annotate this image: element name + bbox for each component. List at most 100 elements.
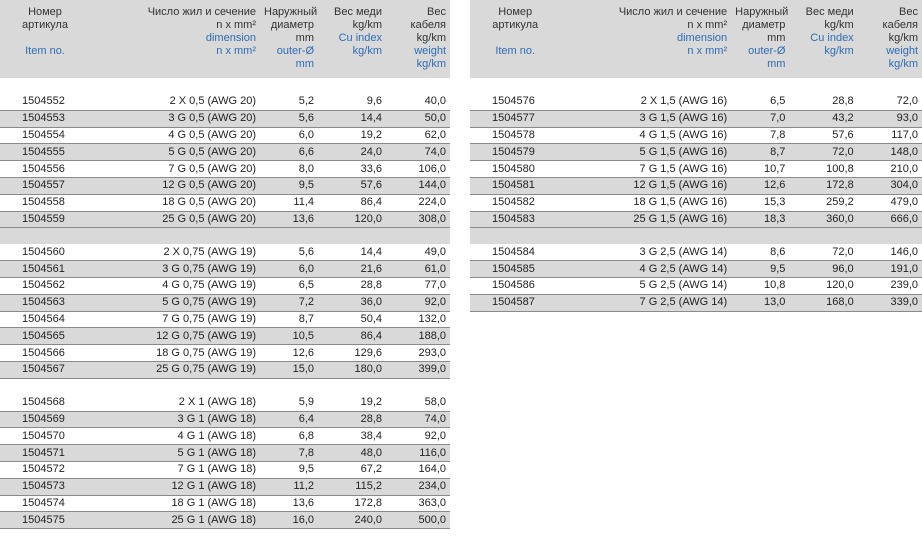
table-row: 1504584 3 G 2,5 (AWG 14) 8,6 72,0 146,0 — [470, 244, 922, 262]
table-row: 1504557 12 G 0,5 (AWG 20) 9,5 57,6 144,0 — [0, 177, 450, 195]
dimension-cell: 4 G 2,5 (AWG 14) — [560, 260, 732, 278]
dimension-cell: 18 G 1 (AWG 18) — [90, 495, 260, 513]
header-label-ru: Вес меди — [805, 6, 854, 18]
cu-index-cell: 129,6 — [318, 344, 386, 362]
item-no-cell: 1504580 — [470, 160, 561, 178]
weight-cell: 92,0 — [386, 294, 450, 312]
table-row: 1504579 5 G 1,5 (AWG 16) 8,7 72,0 148,0 — [470, 143, 922, 162]
weight-cell: 146,0 — [857, 244, 922, 262]
item-no-cell: 1504569 — [0, 411, 90, 429]
weight-cell: 74,0 — [386, 143, 450, 162]
table-row: 1504556 7 G 0,5 (AWG 20) 8,0 33,6 106,0 — [0, 160, 450, 178]
cu-index-cell: 86,4 — [318, 327, 386, 346]
dimension-cell: 5 G 0,5 (AWG 20) — [90, 143, 260, 162]
weight-cell: 144,0 — [386, 177, 450, 195]
outer-diameter-cell: 6,5 — [260, 277, 318, 295]
header-label-en: Item no. — [25, 45, 65, 57]
cu-index-cell: 33,6 — [318, 160, 386, 178]
outer-diameter-cell: 13,6 — [260, 211, 318, 229]
dimension-cell: 5 G 1 (AWG 18) — [90, 444, 260, 462]
cu-index-cell: 115,2 — [318, 478, 386, 496]
item-no-cell: 1504570 — [0, 427, 90, 446]
group-separator — [0, 378, 450, 395]
table-row: 1504554 4 G 0,5 (AWG 20) 6,0 19,2 62,0 — [0, 127, 450, 145]
cu-index-cell: 100,8 — [789, 160, 858, 178]
outer-diameter-cell: 6,0 — [260, 127, 318, 145]
header-spacer — [4, 32, 86, 45]
weight-cell: 308,0 — [386, 211, 450, 229]
table-row: 1504578 4 G 1,5 (AWG 16) 7,8 57,6 117,0 — [470, 127, 922, 145]
weight-cell: 148,0 — [857, 143, 922, 162]
header-weight: Вес кабеля kg/km weight kg/km — [386, 0, 450, 78]
outer-diameter-cell: 16,0 — [260, 511, 318, 530]
cable-spec-table: Номер артикула Item no. Число жил и сечени… — [470, 0, 922, 312]
header-label-ru: Число жил и сечение — [618, 6, 728, 18]
cu-index-cell: 259,2 — [789, 194, 858, 212]
item-no-cell: 1504575 — [0, 511, 90, 530]
header-label-ru: диаметр — [270, 19, 314, 31]
weight-cell: 58,0 — [386, 394, 450, 412]
weight-cell: 117,0 — [857, 127, 922, 145]
cu-index-cell: 86,4 — [318, 194, 386, 212]
header-label-en: kg/km — [352, 45, 382, 57]
weight-cell: 293,0 — [386, 344, 450, 362]
weight-cell: 74,0 — [386, 411, 450, 429]
outer-diameter-cell: 10,8 — [731, 277, 790, 295]
header-dimension: Число жил и сечение n x mm² dimension n x m… — [560, 0, 732, 78]
header-label-ru: mm — [767, 32, 786, 44]
cu-index-cell: 28,8 — [318, 277, 386, 295]
dimension-cell: 3 G 2,5 (AWG 14) — [560, 244, 732, 262]
cable-spec-table: Номер артикула Item no. Число жил и сечени… — [0, 0, 450, 530]
cu-index-cell: 72,0 — [789, 143, 858, 162]
outer-diameter-cell: 12,6 — [731, 177, 790, 195]
table-row: 1504582 18 G 1,5 (AWG 16) 15,3 259,2 479,0 — [470, 194, 922, 212]
item-no-cell: 1504567 — [0, 361, 90, 379]
table-row: 1504587 7 G 2,5 (AWG 14) 13,0 168,0 339,0 — [470, 294, 922, 312]
table-row: 1504560 2 X 0,75 (AWG 19) 5,6 14,4 49,0 — [0, 244, 450, 262]
outer-diameter-cell: 7,8 — [260, 444, 318, 462]
header-spacer — [474, 32, 556, 45]
cu-index-cell: 168,0 — [789, 294, 858, 312]
table-row: 1504562 4 G 0,75 (AWG 19) 6,5 28,8 77,0 — [0, 277, 450, 295]
weight-cell: 239,0 — [857, 277, 922, 295]
cu-index-cell: 172,8 — [318, 495, 386, 513]
weight-cell: 77,0 — [386, 277, 450, 295]
item-no-cell: 1504568 — [0, 394, 90, 412]
cu-index-cell: 14,4 — [318, 110, 386, 128]
outer-diameter-cell: 6,6 — [260, 143, 318, 162]
outer-diameter-cell: 15,0 — [260, 361, 318, 379]
cu-index-cell: 19,2 — [318, 394, 386, 412]
header-label-ru: артикула — [22, 19, 68, 31]
weight-cell: 132,0 — [386, 311, 450, 329]
cu-index-cell: 36,0 — [318, 294, 386, 312]
dimension-cell: 5 G 1,5 (AWG 16) — [560, 143, 732, 162]
separator-cell — [470, 78, 922, 94]
table-row: 1504569 3 G 1 (AWG 18) 6,4 28,8 74,0 — [0, 411, 450, 429]
dimension-cell: 3 G 1,5 (AWG 16) — [560, 110, 732, 128]
dimension-cell: 12 G 1,5 (AWG 16) — [560, 177, 732, 195]
table-row: 1504575 25 G 1 (AWG 18) 16,0 240,0 500,0 — [0, 511, 450, 530]
weight-cell: 399,0 — [386, 361, 450, 379]
header-label-ru: kg/km — [888, 32, 918, 44]
item-no-cell: 1504553 — [0, 110, 90, 128]
weight-cell: 72,0 — [857, 94, 922, 111]
header-weight: Вес кабеля kg/km weight kg/km — [857, 0, 922, 78]
cu-index-cell: 72,0 — [789, 244, 858, 262]
dimension-cell: 2 X 0,5 (AWG 20) — [90, 94, 260, 111]
outer-diameter-cell: 13,0 — [731, 294, 790, 312]
table-row: 1504580 7 G 1,5 (AWG 16) 10,7 100,8 210,0 — [470, 160, 922, 178]
item-no-cell: 1504554 — [0, 127, 90, 145]
dimension-cell: 4 G 1 (AWG 18) — [90, 427, 260, 446]
outer-diameter-cell: 7,0 — [731, 110, 790, 128]
table-row: 1504558 18 G 0,5 (AWG 20) 11,4 86,4 224,0 — [0, 194, 450, 212]
dimension-cell: 18 G 1,5 (AWG 16) — [560, 194, 732, 212]
header-cu-index: Вес меди kg/km Cu index kg/km — [789, 0, 858, 78]
table-header: Номер артикула Item no. Число жил и сечени… — [470, 0, 922, 78]
table-row: 1504576 2 X 1,5 (AWG 16) 6,5 28,8 72,0 — [470, 94, 922, 111]
item-no-cell: 1504587 — [470, 294, 561, 312]
outer-diameter-cell: 10,5 — [260, 327, 318, 346]
group-separator — [470, 227, 922, 245]
dimension-cell: 12 G 0,5 (AWG 20) — [90, 177, 260, 195]
group-separator — [0, 227, 450, 245]
header-label-en: n x mm² — [687, 45, 728, 57]
